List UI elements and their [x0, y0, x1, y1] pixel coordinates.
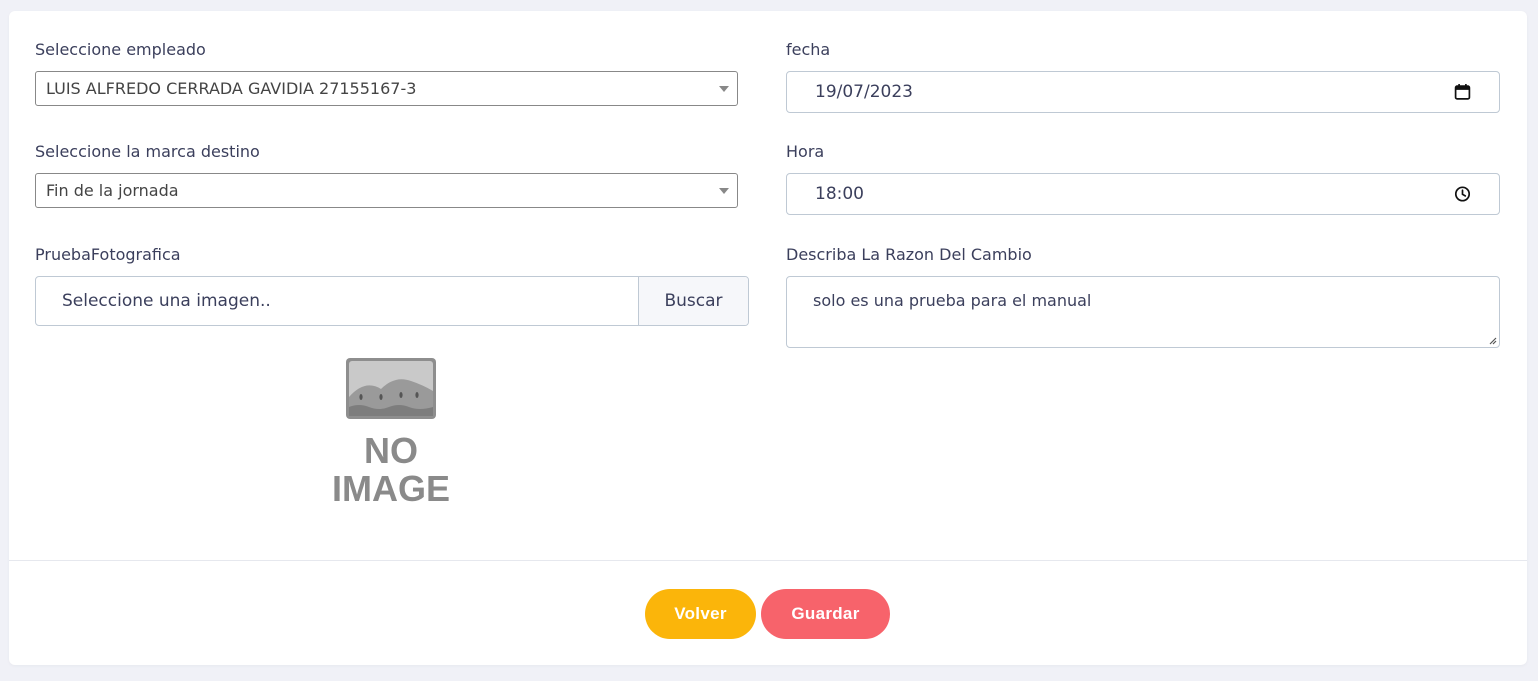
mark-label: Seleccione la marca destino	[35, 142, 260, 161]
form-card: Seleccione empleado LUIS ALFREDO CERRADA…	[9, 11, 1527, 665]
employee-select[interactable]: LUIS ALFREDO CERRADA GAVIDIA 27155167-3	[35, 71, 738, 106]
date-label: fecha	[786, 40, 831, 59]
reason-label: Describa La Razon Del Cambio	[786, 245, 1032, 264]
reason-value: solo es una prueba para el manual	[813, 291, 1092, 310]
mark-select[interactable]: Fin de la jornada	[35, 173, 738, 208]
time-input[interactable]: 18:00	[786, 173, 1500, 215]
back-button[interactable]: Volver	[645, 589, 756, 639]
no-image-placeholder: NO IMAGE	[332, 358, 450, 505]
browse-button[interactable]: Buscar	[638, 277, 748, 325]
chevron-down-icon	[719, 85, 729, 92]
chevron-down-icon	[719, 187, 729, 194]
clock-icon[interactable]	[1454, 186, 1471, 203]
photo-label: PruebaFotografica	[35, 245, 181, 264]
no-image-text-1: NO	[364, 430, 418, 471]
save-button[interactable]: Guardar	[761, 589, 890, 639]
date-input[interactable]: 19/07/2023	[786, 71, 1500, 113]
no-image-text-2: IMAGE	[332, 468, 450, 505]
date-value: 19/07/2023	[815, 82, 913, 102]
employee-select-value: LUIS ALFREDO CERRADA GAVIDIA 27155167-3	[46, 79, 417, 98]
reason-textarea[interactable]: solo es una prueba para el manual	[786, 276, 1500, 348]
time-value: 18:00	[815, 184, 864, 204]
photo-file-placeholder[interactable]: Seleccione una imagen..	[36, 277, 638, 325]
resize-handle-icon[interactable]	[1488, 336, 1497, 345]
time-label: Hora	[786, 142, 825, 161]
photo-file-input[interactable]: Seleccione una imagen.. Buscar	[35, 276, 749, 326]
calendar-icon[interactable]	[1454, 84, 1471, 101]
mark-select-value: Fin de la jornada	[46, 181, 179, 200]
employee-label: Seleccione empleado	[35, 40, 206, 59]
footer-divider	[9, 560, 1527, 561]
